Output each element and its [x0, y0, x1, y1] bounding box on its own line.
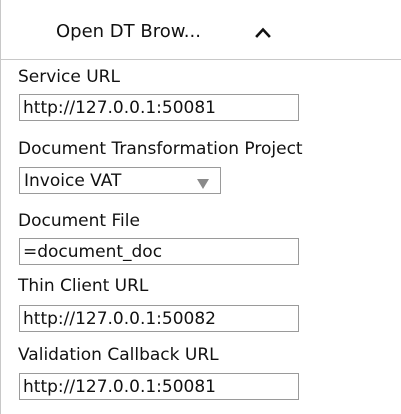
section-title: Open DT Brow... [56, 21, 201, 42]
section-header[interactable]: Open DT Brow... [1, 0, 401, 60]
document-file-label: Document File [18, 211, 140, 231]
project-selected-value: Invoice VAT [24, 171, 122, 191]
thin-client-url-input[interactable] [19, 305, 299, 332]
chevron-up-icon[interactable] [251, 20, 275, 44]
validation-callback-url-input[interactable] [19, 373, 299, 400]
project-label: Document Transformation Project [18, 139, 303, 159]
document-file-input[interactable] [19, 238, 299, 265]
dropdown-arrow-icon[interactable] [196, 175, 210, 189]
validation-callback-url-label: Validation Callback URL [18, 345, 219, 365]
project-select[interactable]: Invoice VAT [19, 167, 221, 194]
service-url-label: Service URL [18, 67, 120, 87]
thin-client-url-label: Thin Client URL [18, 276, 149, 296]
properties-panel: Open DT Brow... Service URL Document Tra… [0, 0, 401, 414]
service-url-input[interactable] [19, 94, 299, 121]
